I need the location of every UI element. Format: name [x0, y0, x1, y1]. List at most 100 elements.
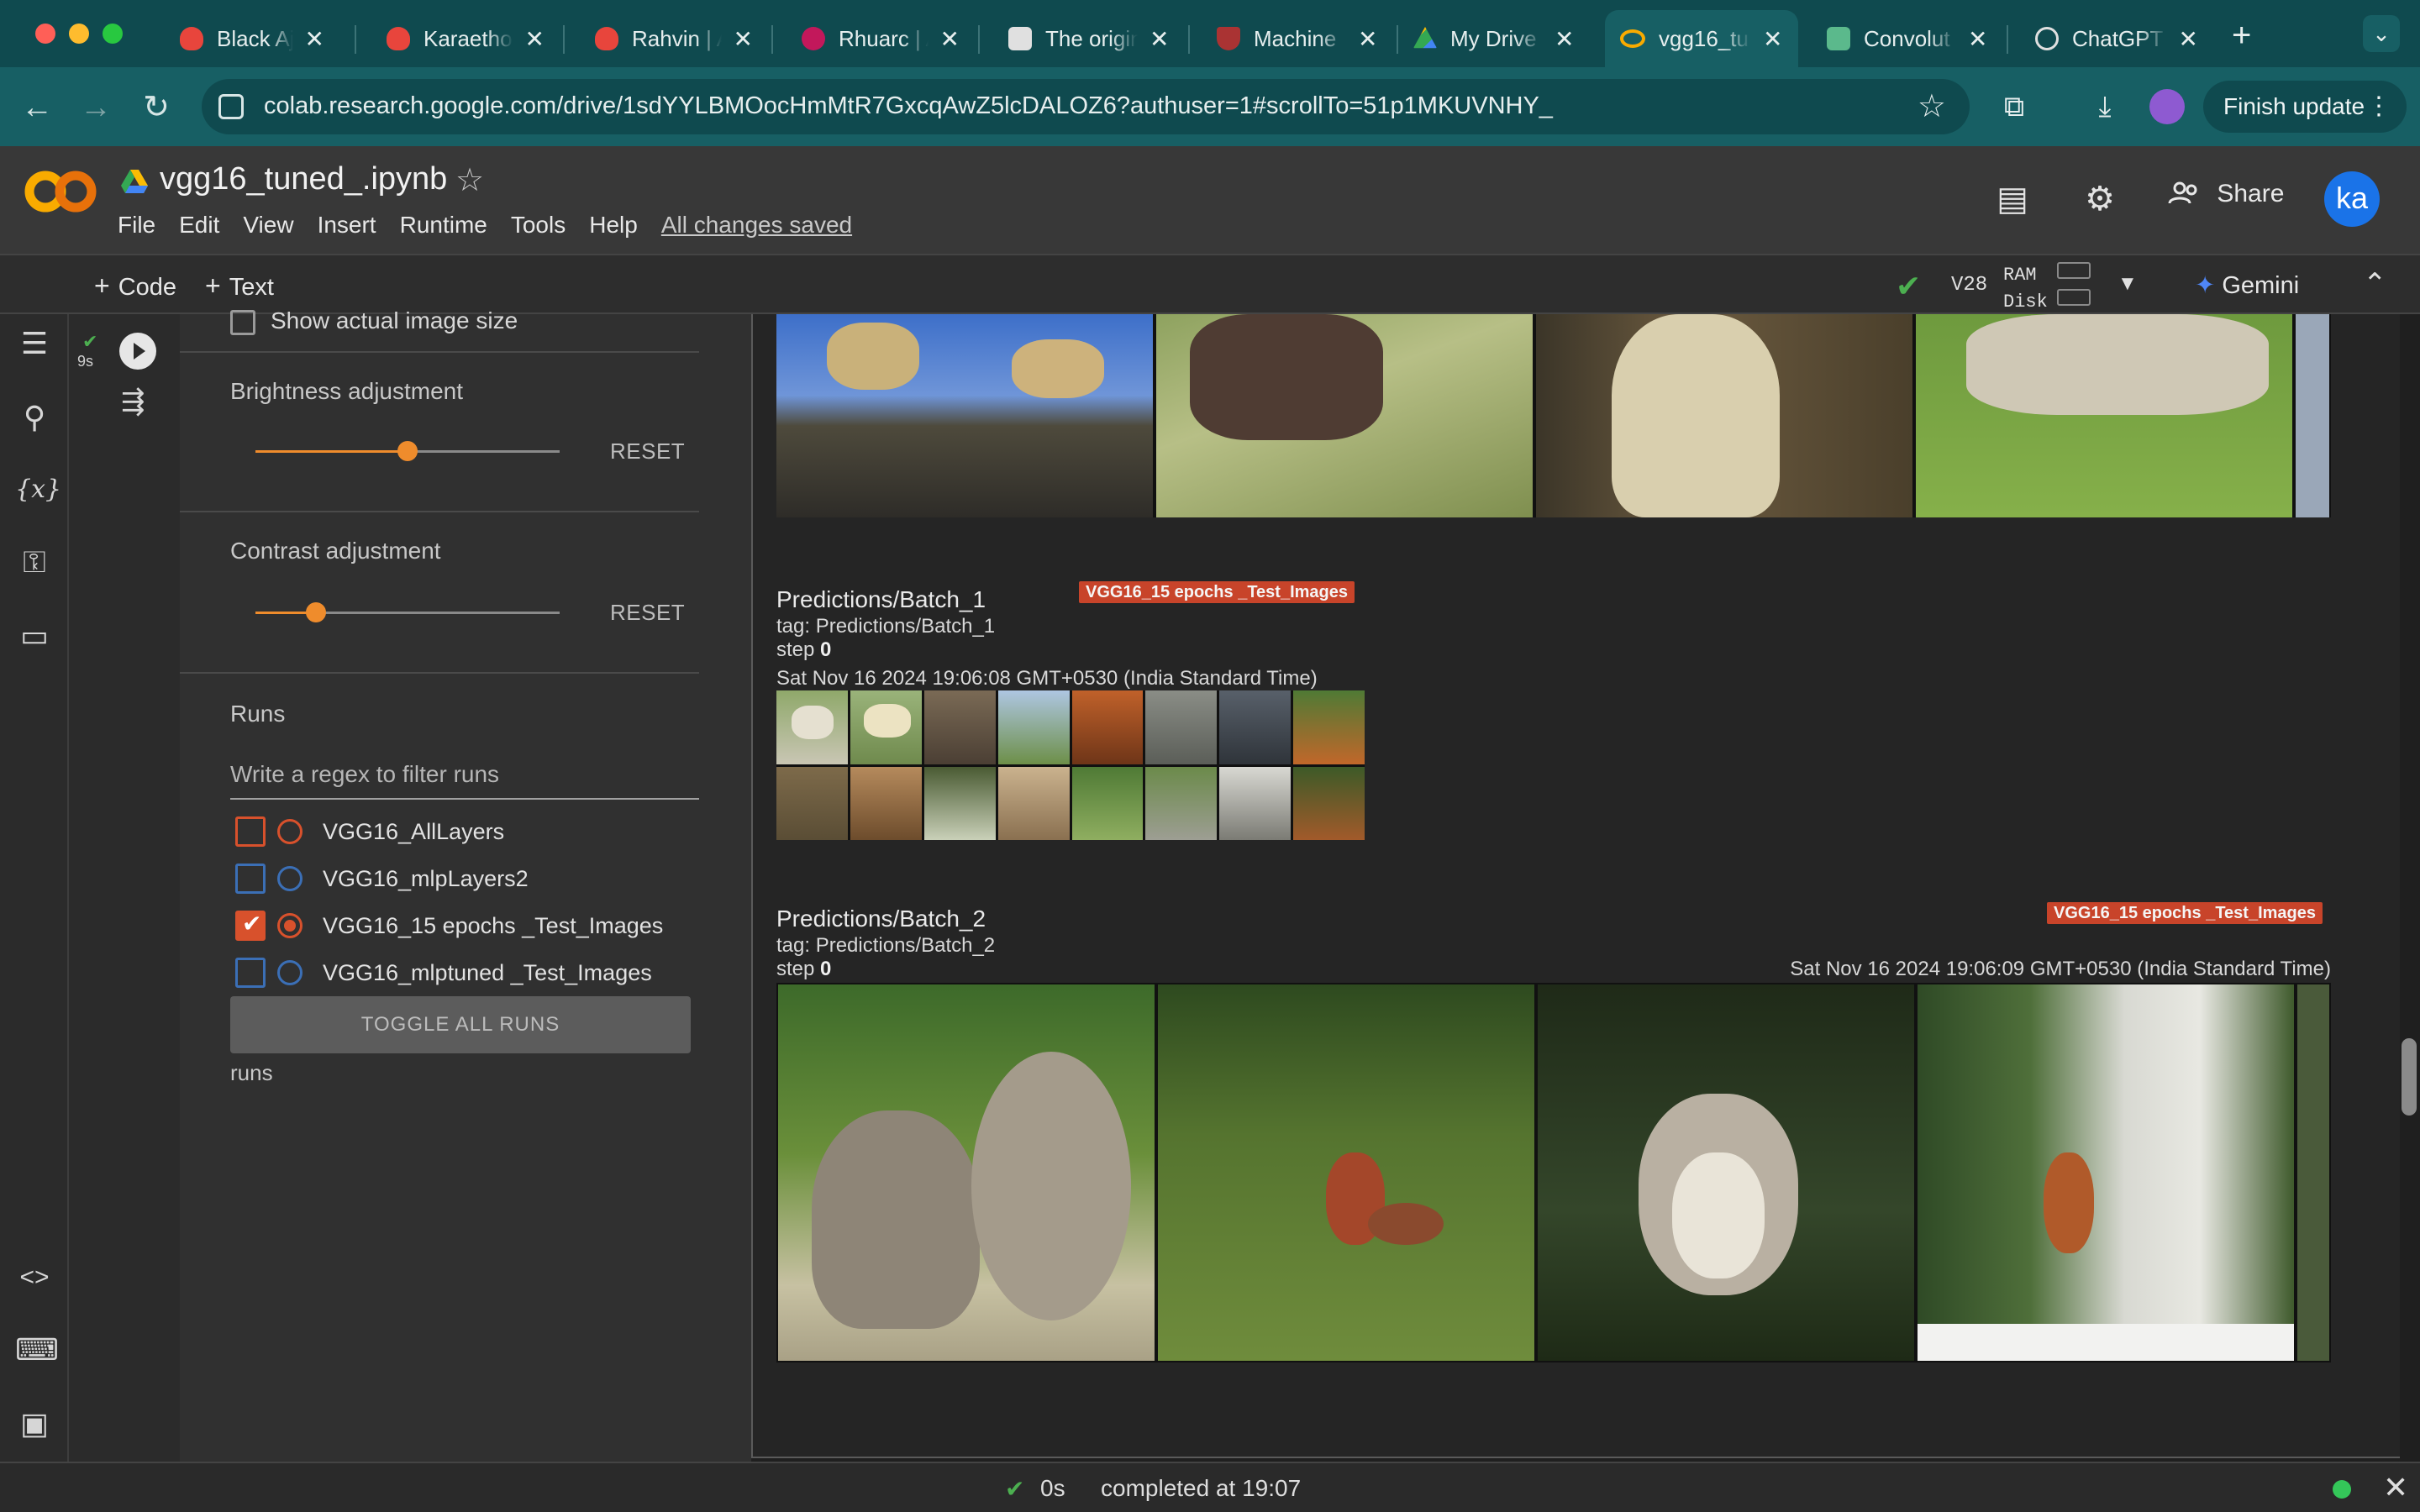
browser-tab[interactable]: The origin ✕ [993, 10, 1186, 67]
browser-tab[interactable]: Black Aja ✕ [165, 10, 339, 67]
sheep-image[interactable] [2296, 314, 2329, 517]
run-item[interactable]: VGG16_15 epochs _Test_Images [235, 907, 663, 944]
sheep-image[interactable] [1916, 314, 2292, 517]
save-status-link[interactable]: All changes saved [661, 212, 852, 239]
chevron-down-icon[interactable]: ▼ [2118, 272, 2138, 296]
back-button[interactable]: ← [13, 84, 60, 131]
zoom-window-button[interactable] [103, 24, 123, 44]
contrast-reset-button[interactable]: RESET [610, 600, 685, 626]
close-window-button[interactable] [35, 24, 55, 44]
show-actual-size-checkbox[interactable] [230, 309, 255, 335]
run-item[interactable]: VGG16_mlptuned _Test_Images [235, 954, 652, 991]
minimize-window-button[interactable] [69, 24, 89, 44]
run-item[interactable]: VGG16_AllLayers [235, 813, 504, 850]
close-icon[interactable]: ✕ [525, 25, 544, 53]
runtime-type-label[interactable]: V28 [1951, 274, 1987, 297]
menu-tools[interactable]: Tools [511, 212, 566, 239]
run-filter-input[interactable] [230, 751, 699, 798]
comment-icon[interactable]: ▤ [1991, 178, 2033, 220]
close-icon[interactable]: ✕ [1555, 25, 1574, 53]
add-code-button[interactable]: + Code [94, 270, 176, 302]
search-icon[interactable]: ⚲ [15, 398, 54, 437]
address-bar[interactable]: colab.research.google.com/drive/1sdYYLBM… [202, 79, 1970, 134]
contrast-slider-handle[interactable] [306, 602, 327, 622]
browser-tab-active[interactable]: vgg16_tu ✕ [1605, 10, 1798, 67]
squirrel-image[interactable] [1538, 984, 1914, 1361]
new-tab-button[interactable]: + [2232, 17, 2251, 55]
status-text[interactable]: completed at 19:07 [1101, 1475, 1301, 1502]
browser-tab[interactable]: Rhuarc | A ✕ [786, 10, 975, 67]
menu-view[interactable]: View [243, 212, 293, 239]
output-actions-icon[interactable]: ⇶ [121, 385, 145, 418]
run-checkbox[interactable] [235, 816, 266, 847]
close-icon[interactable]: ✕ [1358, 25, 1377, 53]
table-of-contents-icon[interactable]: ☰ [15, 324, 54, 363]
run-cell-button[interactable] [119, 333, 156, 370]
sheep-image[interactable] [776, 314, 1153, 517]
site-info-icon[interactable] [218, 94, 244, 119]
menu-file[interactable]: File [118, 212, 155, 239]
finish-update-button[interactable]: Finish update ⋮ [2203, 81, 2407, 133]
menu-insert[interactable]: Insert [318, 212, 376, 239]
brightness-reset-button[interactable]: RESET [610, 438, 685, 465]
share-button[interactable]: Share [2168, 180, 2284, 208]
run-item[interactable]: VGG16_mlpLayers2 [235, 860, 529, 897]
browser-tab[interactable]: Rahvin | A ✕ [580, 10, 768, 67]
menu-edit[interactable]: Edit [179, 212, 219, 239]
image-grid[interactable] [776, 690, 1365, 840]
code-snippets-icon[interactable]: <> [15, 1258, 54, 1297]
scrollbar-thumb[interactable] [2402, 1038, 2417, 1116]
close-icon[interactable]: ✕ [1763, 25, 1782, 53]
squirrel-image[interactable] [2297, 984, 2329, 1361]
avatar[interactable]: ka [2324, 171, 2380, 227]
run-radio[interactable] [277, 819, 302, 844]
squirrel-image[interactable] [778, 984, 1155, 1361]
reload-button[interactable]: ↻ [133, 84, 180, 131]
browser-tab[interactable]: ChatGPT ✕ [2020, 10, 2213, 67]
bookmark-star-icon[interactable]: ☆ [1918, 87, 1946, 125]
run-radio[interactable] [277, 960, 302, 985]
profile-avatar-icon[interactable] [2149, 89, 2185, 124]
brightness-slider[interactable] [255, 441, 560, 461]
run-checkbox[interactable] [235, 958, 266, 988]
browser-tab[interactable]: My Drive ✕ [1398, 10, 1590, 67]
browser-tab[interactable]: Machine ✕ [1202, 10, 1395, 67]
sheep-image[interactable] [1536, 314, 1912, 517]
tab-search-button[interactable]: ⌄ [2363, 15, 2400, 52]
squirrel-image[interactable] [1918, 984, 2294, 1361]
squirrel-image[interactable] [1158, 984, 1534, 1361]
close-icon[interactable]: ✕ [940, 25, 960, 53]
run-checkbox-checked[interactable] [235, 910, 266, 941]
brightness-slider-handle[interactable] [397, 441, 418, 461]
browser-tab[interactable]: Karaethon ✕ [371, 10, 560, 67]
contrast-slider[interactable] [255, 602, 560, 622]
extensions-icon[interactable]: ⧉ [1995, 87, 2033, 126]
close-icon[interactable]: ✕ [734, 25, 753, 53]
command-palette-icon[interactable]: ⌨ [15, 1331, 59, 1369]
run-checkbox[interactable] [235, 864, 266, 894]
run-radio[interactable] [277, 866, 302, 891]
toggle-all-runs-button[interactable]: TOGGLE ALL RUNS [230, 996, 691, 1053]
sheep-image[interactable] [1156, 314, 1533, 517]
notebook-title[interactable]: vgg16_tuned_.ipynb [160, 161, 447, 197]
close-icon[interactable]: ✕ [2383, 1470, 2408, 1505]
star-icon[interactable]: ☆ [455, 161, 484, 199]
resource-labels[interactable]: RAM Disk [2003, 262, 2048, 316]
menu-help[interactable]: Help [589, 212, 638, 239]
colab-logo-icon[interactable] [24, 168, 97, 215]
close-icon[interactable]: ✕ [305, 25, 324, 53]
folder-icon[interactable]: ▭ [15, 617, 54, 655]
gear-icon[interactable]: ⚙ [2079, 178, 2121, 220]
run-filter-field[interactable] [230, 751, 699, 800]
run-radio-selected[interactable] [277, 913, 302, 938]
close-icon[interactable]: ✕ [1150, 25, 1169, 53]
add-text-button[interactable]: + Text [205, 270, 274, 302]
gemini-button[interactable]: ✦ Gemini [2195, 270, 2299, 300]
close-icon[interactable]: ✕ [2179, 25, 2198, 53]
menu-runtime[interactable]: Runtime [400, 212, 487, 239]
chevron-up-icon[interactable]: ⌃ [2363, 267, 2387, 301]
forward-button[interactable]: → [72, 84, 119, 131]
variables-icon[interactable]: {x} [15, 470, 61, 509]
key-icon[interactable]: ⚿ [15, 543, 54, 581]
terminal-icon[interactable]: ▣ [15, 1404, 54, 1443]
